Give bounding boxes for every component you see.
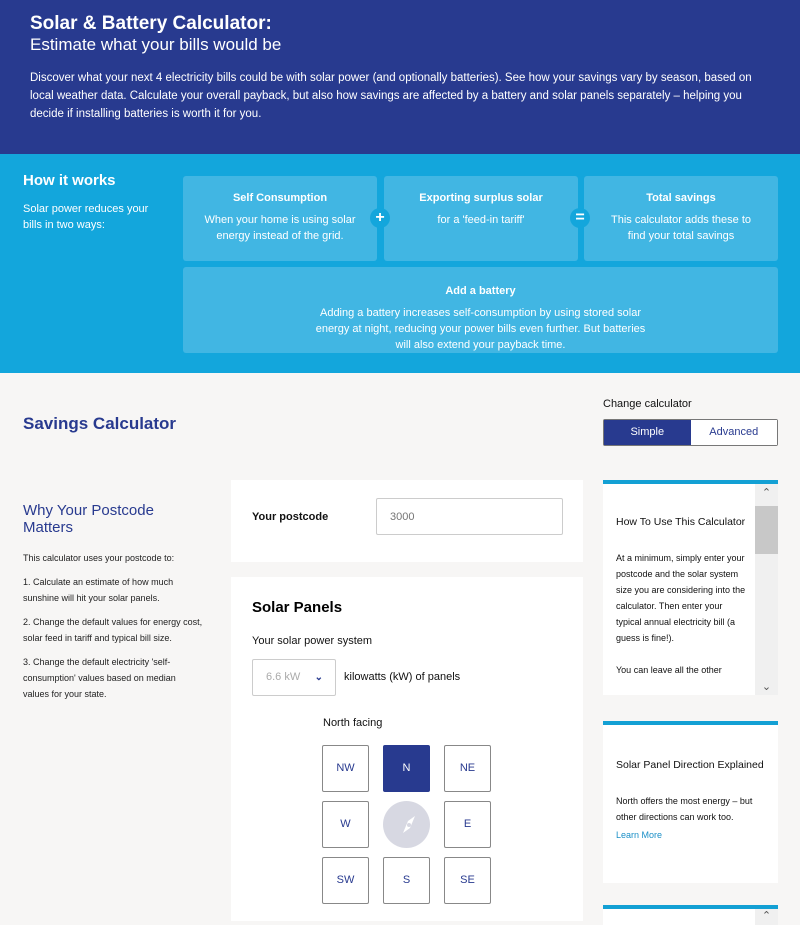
equals-icon: = [570,208,590,228]
page-title: Solar & Battery Calculator: [30,13,272,34]
simple-tab[interactable]: Simple [604,420,691,445]
chevron-down-icon: ⌄ [314,672,323,683]
why-item: 1. Calculate an estimate of how much sun… [23,577,174,603]
learn-more-link[interactable]: Learn More [616,830,662,840]
direction-se[interactable]: SE [444,857,491,904]
how-it-works-section: How it works Solar power reduces your bi… [0,154,800,373]
change-calculator-label: Change calculator [603,398,692,410]
scroll-up-icon[interactable]: ⌃ [755,486,778,499]
direction-s[interactable]: S [383,857,430,904]
scroll-down-icon[interactable]: ⌄ [755,680,778,693]
card-title: Add a battery [445,285,516,297]
page-subtitle: Estimate what your bills would be [30,35,282,54]
how-subtitle: Solar power reduces your bills in two wa… [23,203,149,231]
direction-nw[interactable]: NW [322,745,369,792]
card-title: Total savings [646,192,716,204]
side-card-text: You can leave all the other [616,665,722,675]
how-to-use-card: How To Use This Calculator At a minimum,… [603,480,778,695]
direction-explained-card: Solar Panel Direction Explained North of… [603,721,778,883]
exporting-card: Exporting surplus solar for a 'feed-in ta… [384,176,578,261]
direction-sw[interactable]: SW [322,857,369,904]
solar-panels-panel: Solar Panels Your solar power system 6.6… [231,577,583,921]
system-unit: kilowatts (kW) of panels [344,671,461,683]
postcode-panel: Your postcode [231,480,583,562]
direction-ne[interactable]: NE [444,745,491,792]
side-card-title: How To Use This Calculator [616,516,746,528]
next-side-card: ⌃ [603,905,778,925]
card-text: This calculator adds these to find your … [610,214,752,242]
direction-w[interactable]: W [322,801,369,848]
side-card-text: At a minimum, simply enter your postcode… [616,553,746,643]
calculator-mode-toggle: Simple Advanced [603,419,778,446]
plus-icon: + [370,208,390,228]
self-consumption-card: Self Consumption When your home is using … [183,176,377,261]
direction-n[interactable]: N [383,745,430,792]
advanced-tab[interactable]: Advanced [690,420,777,445]
card-title: Exporting surplus solar [419,192,543,204]
scrollbar[interactable]: ⌃ [755,909,778,925]
why-item: 3. Change the default electricity 'self-… [23,657,176,699]
side-card-title: Solar Panel Direction Explained [616,759,764,771]
compass-icon [383,801,430,848]
card-text: Adding a battery increases self-consumpt… [315,307,646,351]
card-text: for a 'feed-in tariff' [437,214,525,226]
system-label: Your solar power system [252,635,373,647]
facing-label: North facing [323,717,383,729]
postcode-input[interactable] [376,498,563,535]
total-savings-card: Total savings This calculator adds these … [584,176,778,261]
battery-card: Add a battery Adding a battery increases … [183,267,778,353]
direction-e[interactable]: E [444,801,491,848]
calculator-title: Savings Calculator [23,414,177,433]
side-card-text: North offers the most energy – but other… [616,796,753,822]
page-header: Solar & Battery Calculator: Estimate wha… [0,0,800,154]
why-intro: This calculator uses your postcode to: [23,553,175,563]
card-text: When your home is using solar energy ins… [204,214,356,242]
card-title: Self Consumption [232,192,328,204]
why-title: Why Your Postcode Matters [23,502,154,536]
how-title: How it works [23,172,116,189]
why-postcode-section: Why Your Postcode Matters This calculato… [23,502,203,710]
scrollbar[interactable]: ⌃ ⌄ [755,484,778,695]
scrollbar-thumb[interactable] [755,506,778,554]
why-item: 2. Change the default values for energy … [23,617,203,643]
system-size-value: 6.6 kW [266,671,301,683]
page-description: Discover what your next 4 electricity bi… [30,72,752,120]
solar-title: Solar Panels [252,599,343,616]
postcode-label: Your postcode [252,511,329,523]
scroll-up-icon[interactable]: ⌃ [755,909,778,922]
system-size-select[interactable]: 6.6 kW ⌄ [252,659,336,696]
